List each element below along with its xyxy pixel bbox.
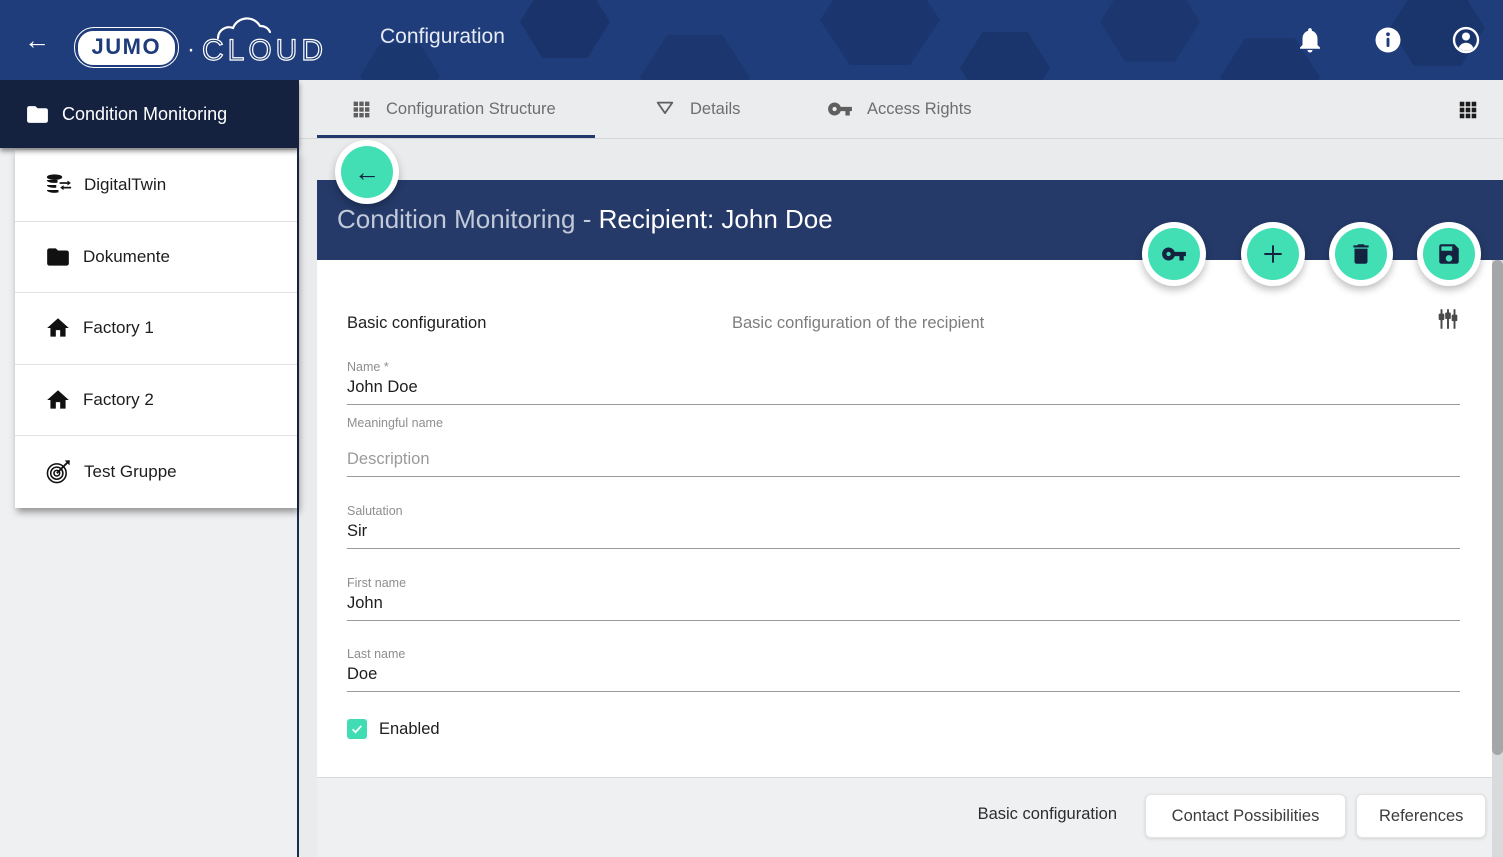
name-input[interactable] xyxy=(347,374,1460,405)
save-icon xyxy=(1436,241,1462,267)
sidebar-item-factory-1[interactable]: Factory 1 xyxy=(15,293,297,365)
plus-icon xyxy=(1260,241,1286,267)
top-app-bar: ← JUMO · CLOUD Configuration xyxy=(0,0,1503,80)
checkbox-label: Enabled xyxy=(379,720,440,739)
back-arrow-icon[interactable]: ← xyxy=(341,146,393,198)
sidebar-item-label: Factory 1 xyxy=(83,318,154,338)
add-button[interactable] xyxy=(1241,222,1305,286)
tab-label: Access Rights xyxy=(867,100,972,119)
field-salutation: Salutation xyxy=(347,504,1460,549)
sidebar-header-condition-monitoring[interactable]: Condition Monitoring xyxy=(0,80,299,148)
field-first-name: First name xyxy=(347,576,1460,621)
form-card: Basic configuration Basic configuration … xyxy=(317,260,1503,777)
tab-label: Details xyxy=(690,100,740,119)
delete-button[interactable] xyxy=(1329,222,1393,286)
target-icon xyxy=(45,458,72,485)
funnel-icon xyxy=(654,98,676,120)
sidebar-item-label: Factory 2 xyxy=(83,390,154,410)
contact-possibilities-button[interactable]: Contact Possibilities xyxy=(1145,794,1346,838)
home-icon xyxy=(45,387,71,413)
home-icon xyxy=(45,315,71,341)
section-subtitle: Basic configuration of the recipient xyxy=(732,314,984,333)
sidebar-item-label: DigitalTwin xyxy=(84,175,166,195)
topbar-back-icon[interactable]: ← xyxy=(22,24,52,56)
info-icon[interactable] xyxy=(1373,25,1403,55)
jumo-cloud-app: ← JUMO · CLOUD Configuration xyxy=(0,0,1503,857)
account-icon[interactable] xyxy=(1451,25,1481,55)
breadcrumb: Condition Monitoring - xyxy=(337,204,599,234)
field-name: Name * xyxy=(347,360,1460,405)
section-title: Basic configuration xyxy=(347,314,486,333)
folder-icon xyxy=(45,244,71,270)
active-tab-underline xyxy=(317,135,595,138)
apps-grid-icon[interactable] xyxy=(1457,99,1479,121)
sidebar-item-factory-2[interactable]: Factory 2 xyxy=(15,365,297,437)
field-last-name: Last name xyxy=(347,647,1460,692)
tab-configuration-structure[interactable]: Configuration Structure xyxy=(351,80,556,138)
sidebar-item-test-gruppe[interactable]: Test Gruppe xyxy=(15,436,297,508)
bottom-section-bar: Basic configuration Contact Possibilitie… xyxy=(317,777,1503,857)
jumo-logo: JUMO xyxy=(74,27,179,68)
trash-icon xyxy=(1348,241,1374,267)
tab-access-rights[interactable]: Access Rights xyxy=(827,80,972,138)
field-label: Last name xyxy=(347,647,1460,661)
folder-icon xyxy=(25,102,50,127)
logo-separator: · xyxy=(187,36,195,64)
references-button[interactable]: References xyxy=(1356,794,1486,838)
sidebar-item-dokumente[interactable]: Dokumente xyxy=(15,222,297,294)
meaningful-name-input[interactable] xyxy=(347,430,1460,477)
enabled-checkbox-row[interactable]: Enabled xyxy=(347,719,440,739)
grid-icon xyxy=(351,99,372,120)
current-section-label: Basic configuration xyxy=(978,805,1117,824)
svg-text:CLOUD: CLOUD xyxy=(202,34,325,67)
sidebar-item-digitaltwin[interactable]: DigitalTwin xyxy=(15,150,297,222)
tab-details[interactable]: Details xyxy=(654,80,740,138)
field-meaningful-name: Meaningful name xyxy=(347,416,1460,477)
content-header-title: Condition Monitoring - Recipient: John D… xyxy=(337,204,833,235)
content-back-button[interactable]: ← xyxy=(335,140,399,204)
field-label: Salutation xyxy=(347,504,1460,518)
cloud-logo: CLOUD xyxy=(200,8,325,70)
jumo-logo-text: JUMO xyxy=(92,34,162,59)
key-icon xyxy=(1161,241,1187,267)
field-label: Name * xyxy=(347,360,1460,374)
field-label: Meaningful name xyxy=(347,416,1460,430)
main-content: ← Condition Monitoring - Recipient: John… xyxy=(299,139,1503,857)
sidebar-item-label: Dokumente xyxy=(83,247,170,267)
digital-twin-icon xyxy=(45,172,72,199)
first-name-input[interactable] xyxy=(347,590,1460,621)
access-key-button[interactable] xyxy=(1142,222,1206,286)
content-header: Condition Monitoring - Recipient: John D… xyxy=(317,180,1503,260)
last-name-input[interactable] xyxy=(347,661,1460,692)
scrollbar-thumb[interactable] xyxy=(1492,260,1503,755)
checkbox-checked-icon[interactable] xyxy=(347,719,367,739)
sidebar-header-label: Condition Monitoring xyxy=(62,104,227,125)
sidebar: Condition Monitoring DigitalTwin xyxy=(0,80,299,857)
sidebar-item-label: Test Gruppe xyxy=(84,462,177,482)
field-label: First name xyxy=(347,576,1460,590)
save-button[interactable] xyxy=(1417,222,1481,286)
bell-icon[interactable] xyxy=(1295,25,1325,55)
salutation-input[interactable] xyxy=(347,518,1460,549)
page-title: Configuration xyxy=(380,25,505,49)
tab-bar: Configuration Structure Details Access R… xyxy=(299,80,1503,139)
sidebar-list: DigitalTwin Dokumente Factory 1 Factory … xyxy=(15,150,297,508)
sidebar-divider xyxy=(297,80,299,857)
tune-icon[interactable] xyxy=(1435,306,1461,332)
scrollbar-track[interactable] xyxy=(1492,260,1503,857)
tab-label: Configuration Structure xyxy=(386,100,556,119)
key-icon xyxy=(827,96,853,122)
